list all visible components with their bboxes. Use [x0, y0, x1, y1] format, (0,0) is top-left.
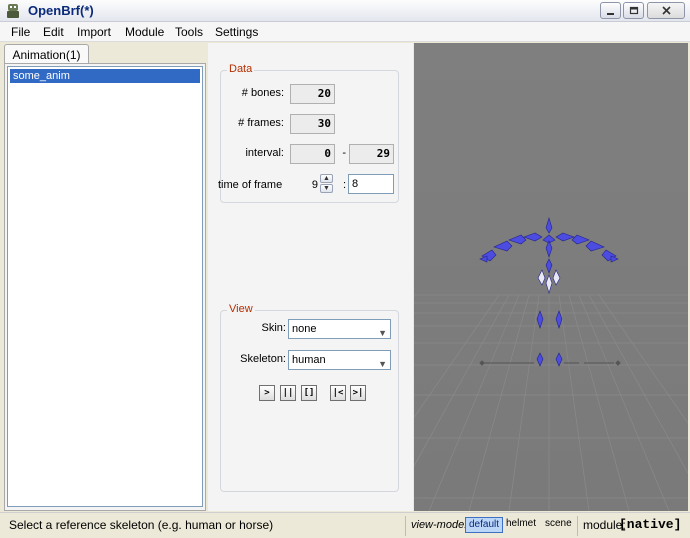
stop-button[interactable]: [] [301, 385, 317, 401]
app-icon [7, 4, 19, 18]
bones-field: 20 [290, 84, 335, 104]
menu-tools[interactable]: Tools [175, 25, 203, 39]
time-frame-stepper[interactable]: ▲ ▼ [320, 174, 333, 193]
menu-bar: File Edit Import Module Tools Settings [0, 22, 690, 42]
menu-settings[interactable]: Settings [215, 25, 258, 39]
close-icon [662, 6, 671, 15]
skeleton-render [414, 43, 688, 511]
time-of-frame-label: time of frame [218, 179, 283, 191]
frames-label: # frames: [238, 117, 284, 129]
maximize-button[interactable] [623, 2, 644, 19]
status-divider [577, 516, 578, 536]
last-frame-button[interactable]: >| [350, 385, 366, 401]
menu-module[interactable]: Module [125, 25, 164, 39]
view-mode-scene-button[interactable]: scene [542, 517, 575, 533]
status-divider [405, 516, 406, 536]
status-message: Select a reference skeleton (e.g. human … [9, 518, 274, 532]
chevron-down-icon: ▼ [378, 328, 387, 338]
view-mode-label: view-mode: [411, 519, 468, 531]
time-frame-spinbox[interactable]: 9 [290, 179, 318, 191]
skin-label: Skin: [261, 322, 286, 334]
spin-down-icon[interactable]: ▼ [320, 184, 333, 193]
minimize-icon [607, 13, 614, 15]
bones-label: # bones: [241, 87, 284, 99]
close-button[interactable] [647, 2, 685, 19]
interval-end-field: 29 [349, 144, 394, 164]
interval-start-field: 0 [290, 144, 335, 164]
skin-select[interactable]: none ▼ [288, 319, 391, 339]
list-item[interactable]: some_anim [10, 69, 200, 83]
window-title: OpenBrf(*) [28, 3, 94, 18]
view-mode-default-button[interactable]: default [465, 517, 504, 533]
frames-field: 30 [290, 114, 335, 134]
title-bar: OpenBrf(*) [0, 0, 690, 22]
module-value: [native] [619, 517, 682, 532]
restore-icon [629, 6, 639, 15]
left-pane: some_anim [4, 63, 206, 511]
data-group-title: Data [227, 63, 255, 75]
skeleton-label: Skeleton: [240, 353, 286, 365]
play-button[interactable]: > [259, 385, 275, 401]
menu-import[interactable]: Import [77, 25, 111, 39]
3d-viewport[interactable] [414, 43, 688, 511]
menu-edit[interactable]: Edit [43, 25, 64, 39]
status-bar: Select a reference skeleton (e.g. human … [0, 512, 690, 538]
view-mode-helmet-button[interactable]: helmet [503, 517, 539, 533]
skin-value: none [292, 323, 317, 335]
tab-animation[interactable]: Animation(1) [4, 44, 89, 64]
spin-up-icon[interactable]: ▲ [320, 174, 333, 183]
time-field[interactable]: 8 [348, 174, 394, 194]
view-group-title: View [227, 303, 255, 315]
pause-button[interactable]: || [280, 385, 296, 401]
time-separator: : [342, 179, 346, 191]
chevron-down-icon: ▼ [378, 359, 387, 369]
object-list[interactable]: some_anim [7, 66, 203, 507]
interval-separator: - [342, 147, 346, 159]
menu-file[interactable]: File [11, 25, 30, 39]
minimize-button[interactable] [600, 2, 621, 19]
skeleton-select[interactable]: human ▼ [288, 350, 391, 370]
properties-pane: Data # bones: 20 # frames: 30 interval: … [208, 43, 413, 511]
interval-label: interval: [245, 147, 284, 159]
first-frame-button[interactable]: |< [330, 385, 346, 401]
skeleton-value: human [292, 354, 326, 366]
